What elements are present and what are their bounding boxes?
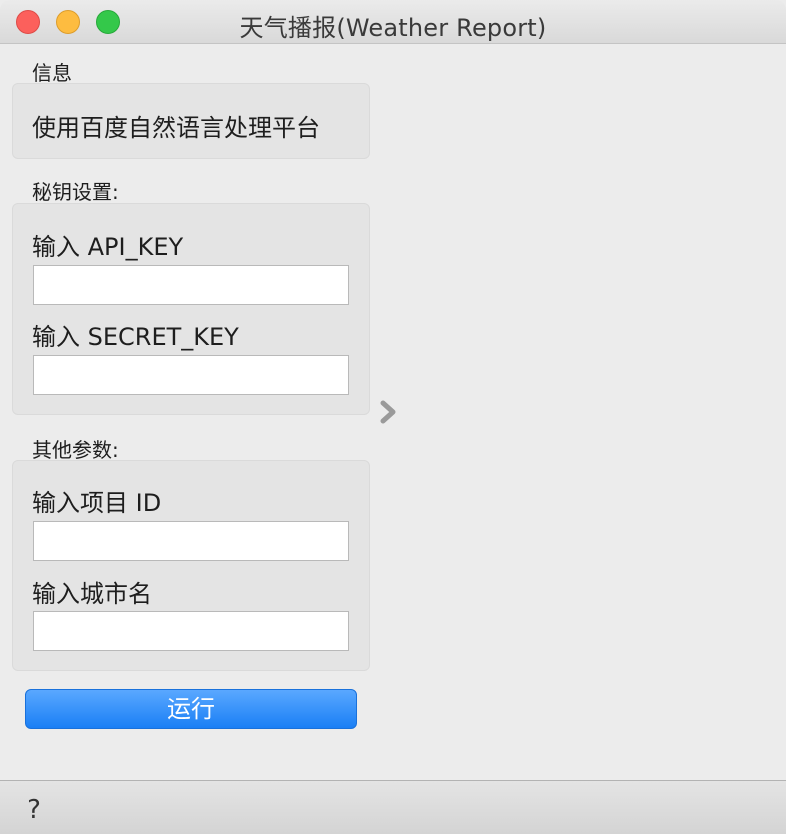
chevron-right-icon[interactable] [376,398,402,426]
question-mark-icon[interactable]: ? [22,795,46,825]
title-bar[interactable]: 天气播报(Weather Report) [0,0,786,44]
api-key-input[interactable] [33,265,349,305]
city-name-input[interactable] [33,611,349,651]
city-name-label: 输入城市名 [32,580,152,608]
keys-section-label: 秘钥设置: [32,180,119,204]
main-window: 天气播报(Weather Report) 信息 使用百度自然语言处理平台 秘钥设… [0,0,786,834]
secret-key-input[interactable] [33,355,349,395]
secret-key-label: 输入 SECRET_KEY [32,323,239,351]
info-text: 使用百度自然语言处理平台 [32,114,320,142]
window-title: 天气播报(Weather Report) [239,14,547,42]
status-bar: ? [0,780,786,834]
project-id-label: 输入项目 ID [32,489,162,517]
run-button[interactable]: 运行 [25,689,357,729]
project-id-input[interactable] [33,521,349,561]
api-key-label: 输入 API_KEY [32,233,184,261]
info-section-label: 信息 [32,61,72,85]
params-section-label: 其他参数: [32,438,119,462]
